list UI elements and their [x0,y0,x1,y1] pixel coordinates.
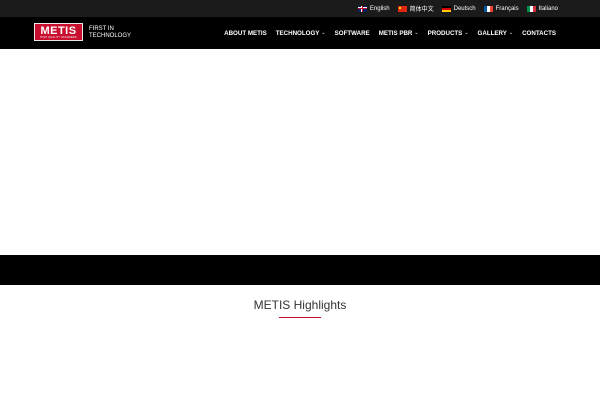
chevron-down-icon: ⌄ [464,29,469,36]
nav-label: CONTACTS [522,29,556,37]
language-switcher: English 简体中文 Deutsch Français Italiano [357,0,558,17]
nav-about-metis[interactable]: ABOUT METIS [224,30,267,37]
language-french[interactable]: Français [483,5,519,12]
nav-metis-pbr[interactable]: METIS PBR ⌄ [379,30,419,37]
chevron-down-icon: ⌄ [414,29,419,36]
language-label: Français [495,5,519,12]
nav-label: GALLERY [477,29,507,37]
main-nav: ABOUT METIS TECHNOLOGY ⌄ SOFTWARE METIS … [224,17,556,49]
language-label: Deutsch [453,5,476,12]
language-italian[interactable]: Italiano [526,5,558,12]
tagline-line-2: TECHNOLOGY [89,33,132,39]
nav-label: METIS PBR [378,29,413,37]
nav-contacts[interactable]: CONTACTS [522,30,556,37]
logo-subtext: HIGH QUALITY SCANNERS [40,35,77,39]
title-underline [279,317,321,318]
metis-logo[interactable]: METIS HIGH QUALITY SCANNERS [34,23,83,41]
language-english[interactable]: English [357,5,390,12]
chevron-down-icon: ⌄ [321,29,326,36]
language-german[interactable]: Deutsch [441,5,476,12]
site-header: METIS HIGH QUALITY SCANNERS FIRST IN TEC… [0,17,600,49]
black-band [0,255,600,285]
nav-gallery[interactable]: GALLERY ⌄ [478,30,514,37]
language-chinese[interactable]: 简体中文 [397,4,434,13]
language-bar: English 简体中文 Deutsch Français Italiano [0,0,600,17]
nav-software[interactable]: SOFTWARE [335,30,370,37]
nav-technology[interactable]: TECHNOLOGY ⌄ [276,30,326,37]
section-title: METIS Highlights [253,298,347,312]
nav-products[interactable]: PRODUCTS ⌄ [428,30,469,37]
tagline: FIRST IN TECHNOLOGY [89,26,139,40]
tagline-line-1: FIRST IN [89,26,114,32]
language-label: English [369,5,390,12]
uk-flag-icon [357,5,367,12]
china-flag-icon [397,5,407,12]
logo-text: METIS [40,24,77,37]
chevron-down-icon: ⌄ [508,29,514,36]
italy-flag-icon [526,5,536,12]
nav-label: TECHNOLOGY [275,29,320,37]
language-label: Italiano [538,5,558,12]
france-flag-icon [483,5,493,12]
nav-label: ABOUT METIS [224,29,267,37]
nav-label: PRODUCTS [427,29,463,37]
language-label: 简体中文 [409,7,434,13]
nav-label: SOFTWARE [334,29,370,37]
germany-flag-icon [441,5,451,12]
